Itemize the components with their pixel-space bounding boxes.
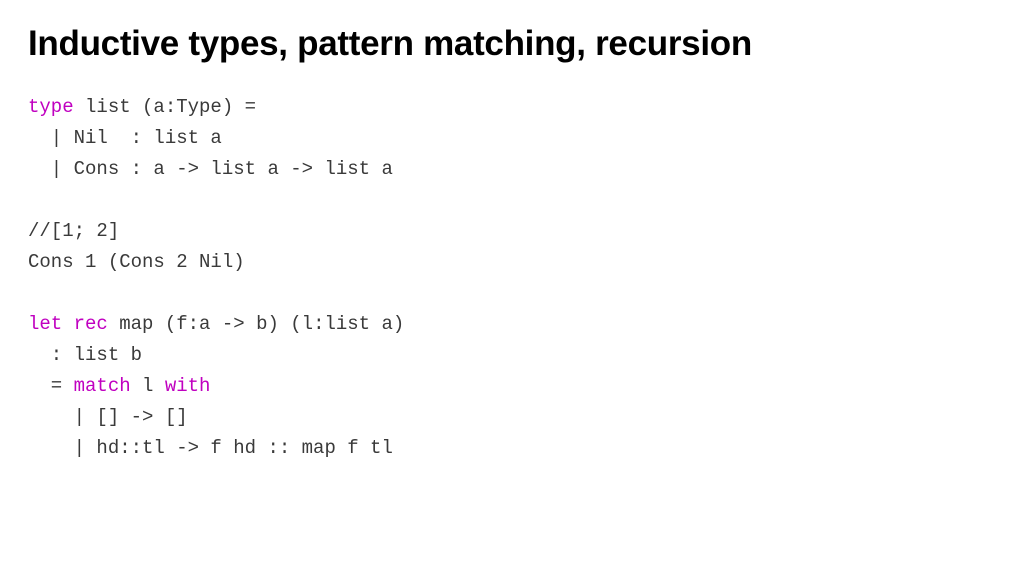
code-line: : list b bbox=[28, 344, 142, 366]
keyword-with: with bbox=[165, 375, 211, 397]
code-line: Cons 1 (Cons 2 Nil) bbox=[28, 251, 245, 273]
keyword-match: match bbox=[74, 375, 131, 397]
code-block: type list (a:Type) = | Nil : list a | Co… bbox=[28, 92, 996, 464]
code-text: list (a:Type) = bbox=[74, 96, 256, 118]
keyword-rec: rec bbox=[74, 313, 108, 335]
code-line: type list (a:Type) = bbox=[28, 96, 256, 118]
code-text: map (f:a -> b) (l:list a) bbox=[108, 313, 404, 335]
code-text bbox=[62, 313, 73, 335]
code-line: = match l with bbox=[28, 375, 210, 397]
code-line: //[1; 2] bbox=[28, 220, 119, 242]
code-line: | [] -> [] bbox=[28, 406, 188, 428]
code-line: let rec map (f:a -> b) (l:list a) bbox=[28, 313, 404, 335]
code-line: | hd::tl -> f hd :: map f tl bbox=[28, 437, 393, 459]
keyword-type: type bbox=[28, 96, 74, 118]
slide: Inductive types, pattern matching, recur… bbox=[0, 0, 1024, 484]
slide-title: Inductive types, pattern matching, recur… bbox=[28, 24, 996, 64]
keyword-let: let bbox=[28, 313, 62, 335]
code-text: = bbox=[28, 375, 74, 397]
code-text: l bbox=[131, 375, 165, 397]
code-line: | Cons : a -> list a -> list a bbox=[28, 158, 393, 180]
code-line: | Nil : list a bbox=[28, 127, 222, 149]
